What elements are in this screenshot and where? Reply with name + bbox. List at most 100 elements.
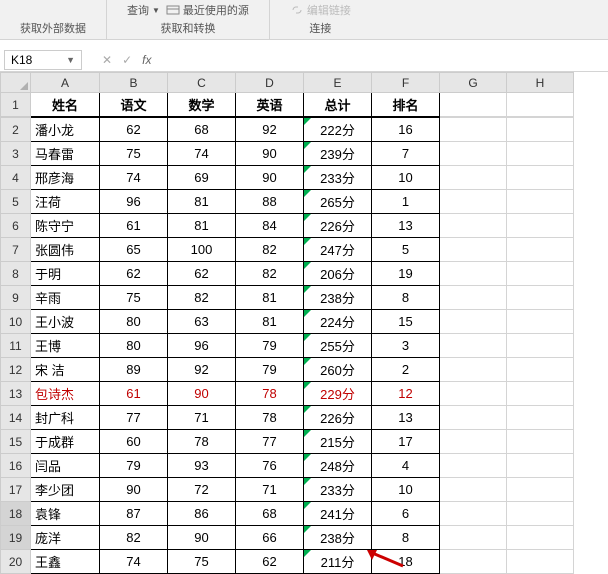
row-header[interactable]: 3 [1, 142, 31, 166]
row-header[interactable]: 11 [1, 334, 31, 358]
cell[interactable]: 62 [168, 262, 236, 286]
row-header[interactable]: 15 [1, 430, 31, 454]
row-header[interactable]: 6 [1, 214, 31, 238]
formula-input[interactable] [151, 50, 608, 70]
cell[interactable] [507, 118, 574, 142]
cell[interactable]: 10 [372, 478, 440, 502]
cell[interactable]: 李少团 [31, 478, 100, 502]
cell[interactable]: 68 [236, 502, 304, 526]
cell[interactable] [440, 310, 507, 334]
cell[interactable]: 61 [100, 382, 168, 406]
cell[interactable] [440, 118, 507, 142]
cell[interactable]: 248分 [304, 454, 372, 478]
cell[interactable]: 82 [100, 526, 168, 550]
cell[interactable]: 4 [372, 454, 440, 478]
cell[interactable]: 6 [372, 502, 440, 526]
row-header[interactable]: 4 [1, 166, 31, 190]
cell[interactable]: 68 [168, 118, 236, 142]
name-box[interactable]: K18 ▼ [4, 50, 82, 70]
cell[interactable] [507, 286, 574, 310]
cell[interactable]: 78 [168, 430, 236, 454]
cell[interactable]: 马春雷 [31, 142, 100, 166]
cell[interactable]: 60 [100, 430, 168, 454]
cell[interactable]: 12 [372, 382, 440, 406]
cancel-formula-button[interactable]: ✕ [102, 53, 112, 67]
cell[interactable]: 233分 [304, 478, 372, 502]
cell[interactable]: 姓名 [31, 93, 100, 117]
cell[interactable]: 63 [168, 310, 236, 334]
cell[interactable]: 224分 [304, 310, 372, 334]
cell[interactable]: 66 [236, 526, 304, 550]
cell[interactable] [440, 358, 507, 382]
cell[interactable]: 80 [100, 310, 168, 334]
cell[interactable]: 75 [100, 286, 168, 310]
cell[interactable]: 8 [372, 526, 440, 550]
cell[interactable]: 86 [168, 502, 236, 526]
spreadsheet-grid[interactable]: A B C D E F G H 1 姓名 语文 数学 英语 总计 排名 2潘小龙… [0, 72, 608, 574]
col-header-A[interactable]: A [31, 73, 100, 93]
cell[interactable] [440, 166, 507, 190]
cell[interactable] [507, 502, 574, 526]
chevron-down-icon[interactable]: ▼ [66, 55, 75, 65]
cell[interactable]: 袁锋 [31, 502, 100, 526]
cell[interactable] [507, 262, 574, 286]
cell[interactable]: 13 [372, 214, 440, 238]
cell[interactable]: 215分 [304, 430, 372, 454]
row-header[interactable]: 2 [1, 118, 31, 142]
cell[interactable] [440, 526, 507, 550]
cell[interactable] [440, 190, 507, 214]
cell[interactable]: 90 [168, 382, 236, 406]
cell[interactable] [507, 406, 574, 430]
cell[interactable]: 89 [100, 358, 168, 382]
cell[interactable] [440, 142, 507, 166]
row-header[interactable]: 14 [1, 406, 31, 430]
cell[interactable]: 封广科 [31, 406, 100, 430]
cell[interactable]: 宋 洁 [31, 358, 100, 382]
cell[interactable]: 96 [100, 190, 168, 214]
cell[interactable]: 辛雨 [31, 286, 100, 310]
cell[interactable] [507, 382, 574, 406]
row-header[interactable]: 17 [1, 478, 31, 502]
cell[interactable] [440, 238, 507, 262]
cell[interactable] [507, 550, 574, 574]
cell[interactable]: 5 [372, 238, 440, 262]
cell[interactable] [507, 430, 574, 454]
cell[interactable]: 庞洋 [31, 526, 100, 550]
cell[interactable] [440, 286, 507, 310]
accept-formula-button[interactable]: ✓ [122, 53, 132, 67]
cell[interactable]: 260分 [304, 358, 372, 382]
cell[interactable]: 77 [236, 430, 304, 454]
cell[interactable]: 78 [236, 382, 304, 406]
cell[interactable]: 222分 [304, 118, 372, 142]
row-header[interactable]: 18 [1, 502, 31, 526]
cell[interactable] [440, 262, 507, 286]
cell[interactable]: 75 [168, 550, 236, 574]
col-header-B[interactable]: B [100, 73, 168, 93]
row-header[interactable]: 10 [1, 310, 31, 334]
row-header[interactable]: 7 [1, 238, 31, 262]
cell[interactable]: 王鑫 [31, 550, 100, 574]
cell[interactable]: 于成群 [31, 430, 100, 454]
row-header[interactable]: 12 [1, 358, 31, 382]
cell[interactable] [440, 502, 507, 526]
cell[interactable]: 张圆伟 [31, 238, 100, 262]
cell[interactable]: 3 [372, 334, 440, 358]
cell[interactable]: 78 [236, 406, 304, 430]
cell[interactable]: 数学 [168, 93, 236, 117]
cell[interactable] [440, 550, 507, 574]
cell[interactable]: 语文 [100, 93, 168, 117]
cell[interactable]: 13 [372, 406, 440, 430]
cell[interactable]: 10 [372, 166, 440, 190]
cell[interactable]: 62 [100, 118, 168, 142]
cell[interactable]: 19 [372, 262, 440, 286]
cell[interactable]: 241分 [304, 502, 372, 526]
edit-links-button[interactable]: 编辑链接 [290, 2, 351, 18]
cell[interactable]: 84 [236, 214, 304, 238]
col-header-F[interactable]: F [372, 73, 440, 93]
cell[interactable] [507, 142, 574, 166]
col-header-D[interactable]: D [236, 73, 304, 93]
cell[interactable]: 211分 [304, 550, 372, 574]
cell[interactable] [440, 334, 507, 358]
cell[interactable]: 65 [100, 238, 168, 262]
row-header[interactable]: 5 [1, 190, 31, 214]
